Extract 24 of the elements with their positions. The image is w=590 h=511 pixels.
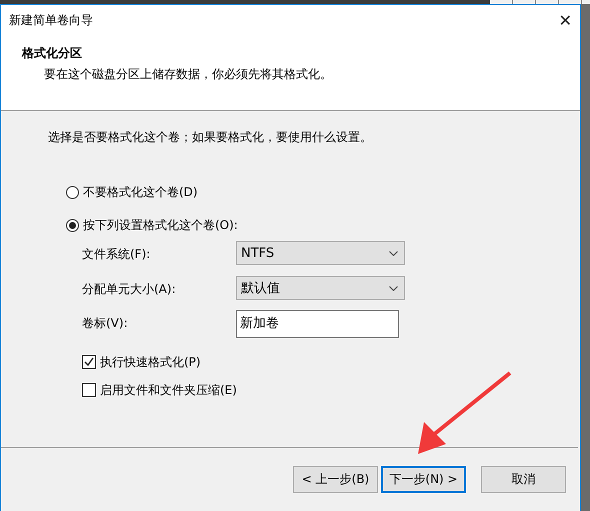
field-label: 文件系统(F): bbox=[82, 246, 152, 263]
radio-button[interactable] bbox=[66, 218, 79, 232]
input-field[interactable]: 新加卷 bbox=[236, 310, 399, 338]
radio-label[interactable]: 按下列设置格式化这个卷(O): bbox=[83, 216, 238, 234]
page-subtitle: 要在这个磁盘分区上储存数据，你必须先将其格式化。 bbox=[43, 66, 333, 83]
dropdown[interactable]: 默认值 bbox=[236, 276, 405, 300]
checkbox[interactable] bbox=[82, 355, 96, 369]
radio-label[interactable]: 不要格式化这个卷(D) bbox=[83, 184, 198, 200]
field-label: 卷标(V): bbox=[82, 315, 129, 332]
close-button[interactable]: ✕ bbox=[558, 10, 572, 30]
chevron-down-icon bbox=[389, 250, 398, 256]
wizard-button[interactable]: 取消 bbox=[481, 466, 566, 493]
wizard-button[interactable]: < 上一步(B) bbox=[293, 466, 378, 493]
window-title: 新建简单卷向导 bbox=[9, 12, 93, 28]
dropdown[interactable]: NTFS bbox=[236, 241, 405, 265]
field-label: 分配单元大小(A): bbox=[82, 281, 177, 298]
page-title: 格式化分区 bbox=[22, 45, 83, 62]
radio-button[interactable] bbox=[66, 186, 79, 198]
instruction-text: 选择是否要格式化这个卷；如果要格式化，要使用什么设置。 bbox=[48, 129, 373, 146]
wizard-button[interactable]: 下一步(N) > bbox=[381, 466, 466, 493]
checkbox-label[interactable]: 启用文件和文件夹压缩(E) bbox=[100, 382, 237, 398]
checkbox[interactable] bbox=[82, 383, 96, 397]
checkbox-label[interactable]: 执行快速格式化(P) bbox=[100, 354, 201, 370]
chevron-down-icon bbox=[389, 286, 398, 290]
